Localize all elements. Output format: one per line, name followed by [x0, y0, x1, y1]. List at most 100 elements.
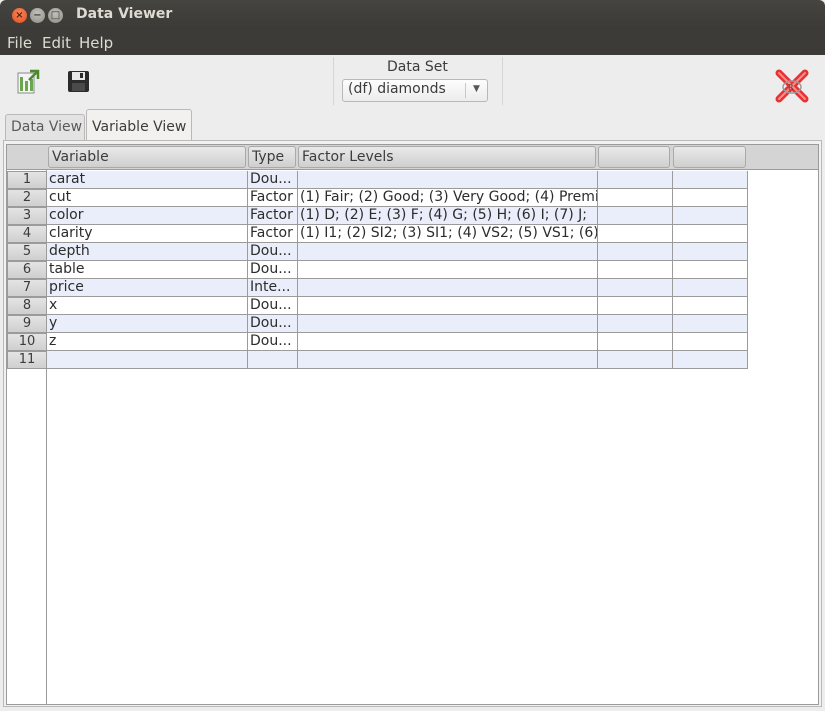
empty-cell[interactable] [673, 351, 748, 369]
row-number[interactable]: 3 [7, 207, 47, 225]
factor-levels-cell[interactable]: (1) D; (2) E; (3) F; (4) G; (5) H; (6) I… [298, 207, 598, 225]
menu-help[interactable]: Help [79, 34, 113, 52]
dataset-select[interactable]: (df) diamonds ▼ [342, 79, 488, 102]
factor-levels-cell[interactable]: (1) Fair; (2) Good; (3) Very Good; (4) P… [298, 189, 598, 207]
variable-cell[interactable]: clarity [47, 225, 248, 243]
row-number[interactable]: 4 [7, 225, 47, 243]
variable-cell[interactable]: y [47, 315, 248, 333]
variable-cell[interactable]: cut [47, 189, 248, 207]
table-row[interactable]: 1 carat Dou... [7, 171, 748, 189]
table-row[interactable]: 11 [7, 351, 748, 369]
variable-cell[interactable]: carat [47, 171, 248, 189]
window-title: Data Viewer [76, 6, 173, 22]
empty-cell[interactable] [598, 297, 673, 315]
empty-cell[interactable] [598, 279, 673, 297]
type-cell[interactable]: Factor [248, 189, 298, 207]
factor-levels-cell[interactable] [298, 279, 598, 297]
type-cell[interactable]: Dou... [248, 315, 298, 333]
table-row[interactable]: 5 depth Dou... [7, 243, 748, 261]
close-viewer-button[interactable]: R [774, 68, 810, 108]
row-number[interactable]: 9 [7, 315, 47, 333]
column-header-empty[interactable] [673, 146, 746, 168]
tab-variable-view[interactable]: Variable View [86, 109, 192, 141]
variable-cell[interactable]: x [47, 297, 248, 315]
tab-data-view[interactable]: Data View [5, 114, 85, 141]
table-row[interactable]: 7 price Inte... [7, 279, 748, 297]
empty-cell[interactable] [598, 171, 673, 189]
variable-cell[interactable] [47, 351, 248, 369]
type-cell[interactable]: Inte... [248, 279, 298, 297]
factor-levels-cell[interactable] [298, 315, 598, 333]
table-row[interactable]: 10 z Dou... [7, 333, 748, 351]
column-header-variable[interactable]: Variable [48, 146, 246, 168]
empty-cell[interactable] [673, 243, 748, 261]
row-number[interactable]: 8 [7, 297, 47, 315]
empty-cell[interactable] [598, 351, 673, 369]
title-bar: × − □ Data Viewer [0, 0, 825, 31]
factor-levels-cell[interactable]: (1) I1; (2) SI2; (3) SI1; (4) VS2; (5) V… [298, 225, 598, 243]
table-row[interactable]: 9 y Dou... [7, 315, 748, 333]
combo-divider [465, 83, 466, 98]
empty-cell[interactable] [598, 225, 673, 243]
type-cell[interactable] [248, 351, 298, 369]
empty-cell[interactable] [673, 279, 748, 297]
save-button[interactable] [67, 70, 90, 97]
import-data-button[interactable] [16, 69, 40, 99]
variable-cell[interactable]: price [47, 279, 248, 297]
menu-edit[interactable]: Edit [42, 34, 71, 52]
empty-cell[interactable] [673, 171, 748, 189]
empty-cell[interactable] [673, 261, 748, 279]
empty-cell[interactable] [673, 207, 748, 225]
type-cell[interactable]: Dou... [248, 243, 298, 261]
table-row[interactable]: 4 clarity Factor (1) I1; (2) SI2; (3) SI1; … [7, 225, 748, 243]
column-header-type[interactable]: Type [248, 146, 296, 168]
row-number[interactable]: 6 [7, 261, 47, 279]
type-cell[interactable]: Factor [248, 225, 298, 243]
factor-levels-cell[interactable] [298, 171, 598, 189]
factor-levels-cell[interactable] [298, 297, 598, 315]
table-row[interactable]: 8 x Dou... [7, 297, 748, 315]
close-window-button[interactable]: × [12, 8, 27, 23]
type-cell[interactable]: Dou... [248, 261, 298, 279]
factor-levels-cell[interactable] [298, 333, 598, 351]
empty-cell[interactable] [598, 207, 673, 225]
empty-cell[interactable] [673, 315, 748, 333]
dataset-label: Data Set [387, 59, 448, 75]
type-cell[interactable]: Dou... [248, 171, 298, 189]
empty-cell[interactable] [598, 261, 673, 279]
type-cell[interactable]: Dou... [248, 333, 298, 351]
row-number[interactable]: 5 [7, 243, 47, 261]
empty-cell[interactable] [673, 225, 748, 243]
factor-levels-cell[interactable] [298, 243, 598, 261]
empty-cell[interactable] [673, 297, 748, 315]
toolbar: Data Set (df) diamonds ▼ R [0, 55, 825, 110]
maximize-window-button[interactable]: □ [48, 8, 63, 23]
factor-levels-cell[interactable] [298, 351, 598, 369]
table-row[interactable]: 3 color Factor (1) D; (2) E; (3) F; (4) G; … [7, 207, 748, 225]
menu-file[interactable]: File [7, 34, 32, 52]
table-row[interactable]: 2 cut Factor (1) Fair; (2) Good; (3) Very G… [7, 189, 748, 207]
empty-cell[interactable] [673, 333, 748, 351]
row-number[interactable]: 7 [7, 279, 47, 297]
row-number[interactable]: 2 [7, 189, 47, 207]
type-cell[interactable]: Factor [248, 207, 298, 225]
column-header-empty[interactable] [598, 146, 670, 168]
empty-cell[interactable] [598, 333, 673, 351]
empty-cell[interactable] [673, 189, 748, 207]
empty-cell[interactable] [598, 189, 673, 207]
menu-bar: File Edit Help [0, 31, 825, 55]
type-cell[interactable]: Dou... [248, 297, 298, 315]
empty-cell[interactable] [598, 315, 673, 333]
empty-cell[interactable] [598, 243, 673, 261]
row-number[interactable]: 10 [7, 333, 47, 351]
table-row[interactable]: 6 table Dou... [7, 261, 748, 279]
row-number[interactable]: 1 [7, 171, 47, 189]
column-header-factor-levels[interactable]: Factor Levels [298, 146, 596, 168]
variable-cell[interactable]: color [47, 207, 248, 225]
minimize-window-button[interactable]: − [30, 8, 45, 23]
row-number[interactable]: 11 [7, 351, 47, 369]
variable-cell[interactable]: depth [47, 243, 248, 261]
variable-cell[interactable]: z [47, 333, 248, 351]
variable-cell[interactable]: table [47, 261, 248, 279]
factor-levels-cell[interactable] [298, 261, 598, 279]
